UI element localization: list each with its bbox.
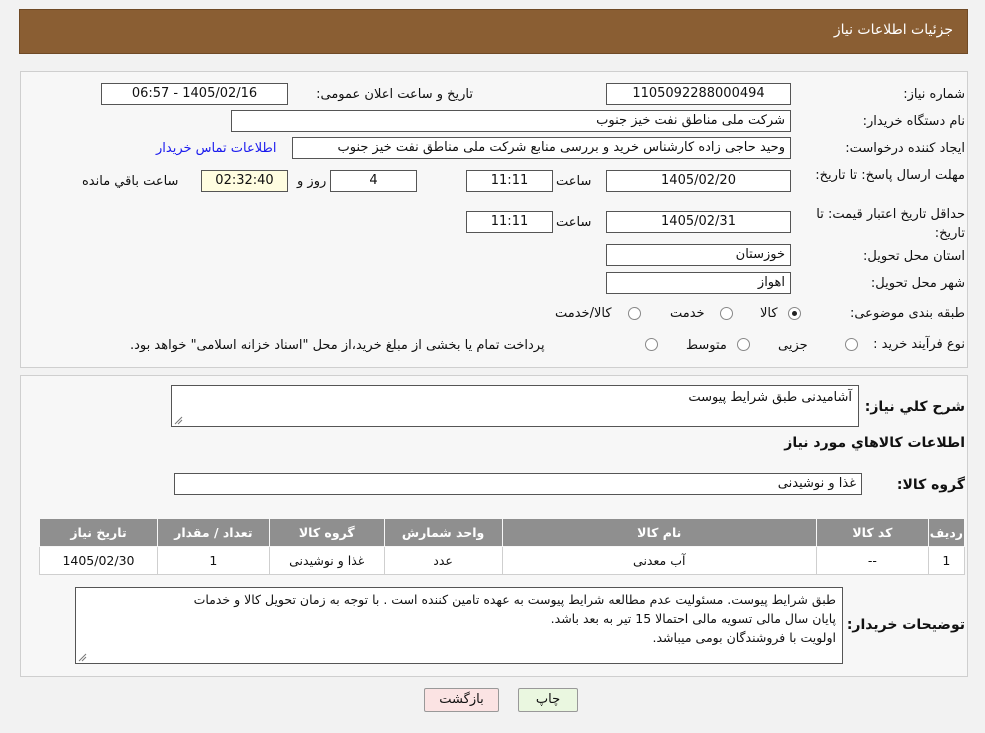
goods-table-wrapper: ردیف کد کالا نام کالا واحد شمارش گروه کا… [39,518,966,575]
reply-time-label: ساعت [556,174,592,189]
requester-field: وحید حاجی زاده کارشناس خرید و بررسی مناب… [292,137,791,159]
reply-deadline-label: مهلت ارسال پاسخ: تا تاریخ: [815,168,965,183]
page-header: جزئیات اطلاعات نیاز [19,9,968,54]
process-option-medium: متوسط [686,338,727,353]
city-label: شهر محل تحویل: [870,276,965,291]
table-cell: 1 [927,546,966,575]
category-radio-service[interactable] [720,307,733,320]
need-number-field: 1105092288000494 [606,83,791,105]
print-button[interactable]: چاپ [518,688,578,712]
days-field: 4 [330,170,417,192]
table-row: 1 -- آب معدنی عدد غذا و نوشیدنی 1 1405/0… [39,546,966,575]
buyer-org-field: شرکت ملی مناطق نفت خیز جنوب [231,110,791,132]
buyer-notes-field: طبق شرایط پیوست. مسئولیت عدم مطالعه شرای… [75,587,843,664]
province-label: استان محل تحویل: [863,249,965,264]
table-header-cell: کد کالا [815,518,929,547]
requester-label: ایجاد کننده درخواست: [845,141,965,156]
table-header-row: ردیف کد کالا نام کالا واحد شمارش گروه کا… [39,518,966,547]
table-header-cell: گروه کالا [268,518,385,547]
back-button[interactable]: بازگشت [424,688,499,712]
resize-grip-icon[interactable] [174,416,183,425]
buyer-notes-line: پایان سال مالی تسویه مالی احتمالا 15 تیر… [550,611,836,626]
table-cell: عدد [383,546,503,575]
resize-grip-icon[interactable] [78,653,87,662]
price-time-label: ساعت [556,215,592,230]
table-header-cell: تاریخ نیاز [39,518,158,547]
table-cell: -- [815,546,929,575]
process-radio-minor[interactable] [845,338,858,351]
category-option-goods: کالا [760,306,778,321]
table-header-cell: نام کالا [501,518,817,547]
category-option-goods-service: کالا/خدمت [555,306,612,321]
buyer-org-label: نام دستگاه خریدار: [862,114,965,129]
process-radio-medium[interactable] [737,338,750,351]
summary-field: آشامیدنی طبق شرایط پیوست [171,385,859,427]
reply-time-field: 11:11 [466,170,553,192]
category-radio-goods-service[interactable] [628,307,641,320]
price-date-field: 1405/02/31 [606,211,791,233]
province-field: خوزستان [606,244,791,266]
payment-note: پرداخت تمام یا بخشی از مبلغ خرید،از محل … [130,338,545,353]
buyer-contact-link[interactable]: اطلاعات تماس خریدار [156,141,276,156]
announce-label: تاریخ و ساعت اعلان عمومی: [316,87,473,102]
reply-date-field: 1405/02/20 [606,170,791,192]
table-header-cell: ردیف [927,518,966,547]
days-label: روز و [297,174,327,189]
need-number-label: شماره نیاز: [903,87,965,102]
process-type-label: نوع فرآیند خرید : [873,337,965,352]
goods-info-title: اطلاعات کالاهاي مورد نیاز [784,435,965,451]
buyer-notes-line: اولویت با فروشندگان بومی میباشد. [652,630,836,645]
remaining-time-field: 02:32:40 [201,170,288,192]
table-header-cell: واحد شمارش [383,518,503,547]
page-title: جزئیات اطلاعات نیاز [833,22,953,38]
summary-text: آشامیدنی طبق شرایط پیوست [688,390,852,405]
city-field: اهواز [606,272,791,294]
table-cell: غذا و نوشیدنی [268,546,385,575]
process-option-minor: جزیی [778,338,808,353]
goods-group-label: گروه کالا: [896,477,965,493]
goods-table: ردیف کد کالا نام کالا واحد شمارش گروه کا… [39,518,966,575]
price-validity-label: حداقل تاریخ اعتبار قیمت: تا تاریخ: [816,207,965,241]
payment-checkbox[interactable] [645,338,658,351]
price-time-field: 11:11 [466,211,553,233]
buyer-notes-line: طبق شرایط پیوست. مسئولیت عدم مطالعه شرای… [193,592,836,607]
summary-label: شرح کلي نیاز: [864,399,965,415]
announce-field: 1405/02/16 - 06:57 [101,83,288,105]
category-radio-goods[interactable] [788,307,801,320]
table-cell: آب معدنی [501,546,817,575]
goods-group-field: غذا و نوشیدنی [174,473,862,495]
remaining-label: ساعت باقي مانده [82,174,179,189]
table-header-cell: تعداد / مقدار [156,518,270,547]
category-option-service: خدمت [670,306,705,321]
category-label: طبقه بندی موضوعی: [849,306,965,321]
buyer-notes-label: توضیحات خریدار: [846,617,965,633]
table-cell: 1405/02/30 [39,546,158,575]
table-cell: 1 [156,546,270,575]
